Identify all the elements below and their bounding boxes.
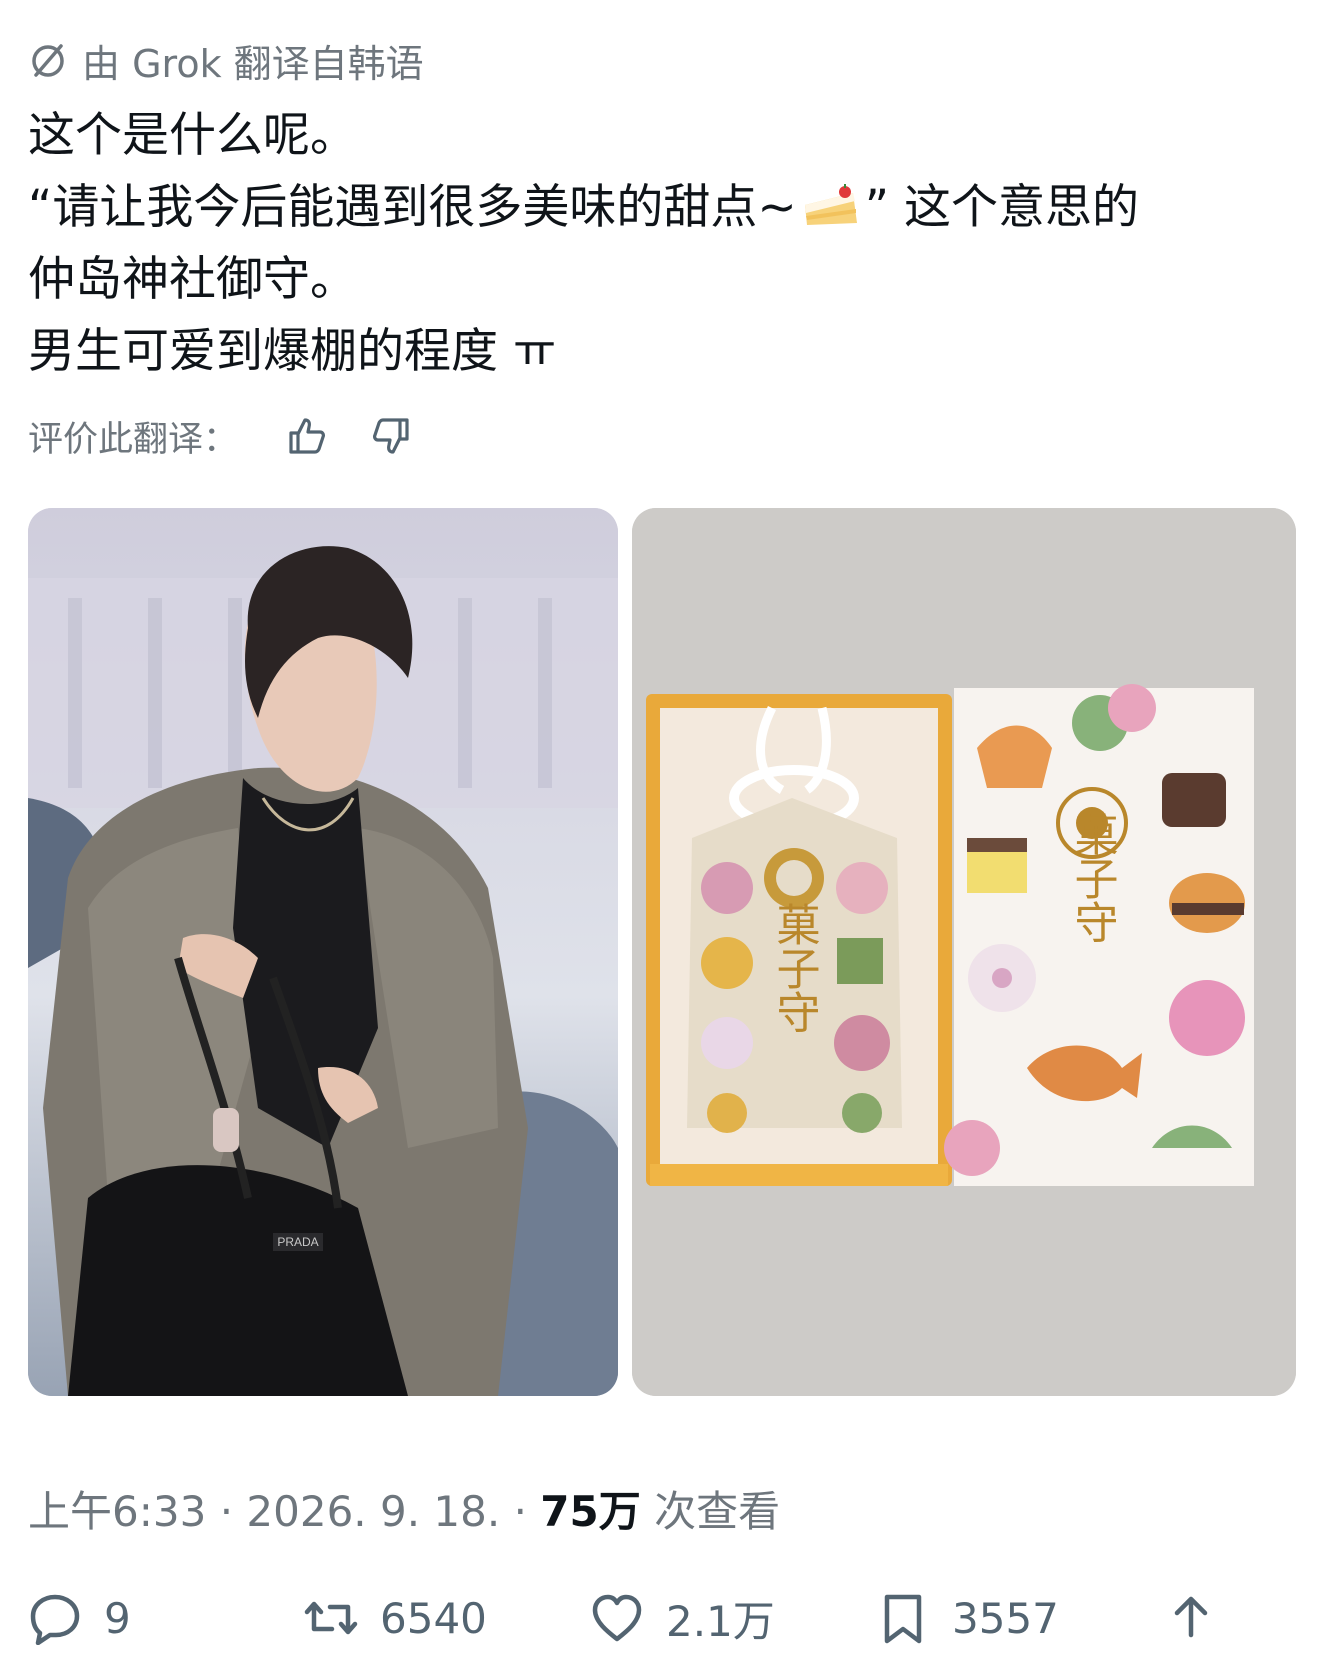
meta-separator-1: · [219,1487,234,1536]
cake-emoji-icon [804,184,857,225]
like-button[interactable]: 2.1万 [590,1578,775,1658]
photo-person-with-bag[interactable]: PRADA [28,508,618,1396]
charm-text: 菓子守 [769,902,820,1034]
tweet-actions: 9 6540 2.1万 3557 [28,1578,1308,1658]
tweet-date[interactable]: 2026. 9. 18. [246,1487,500,1536]
bookmark-count: 3557 [952,1593,1059,1643]
bookmark-icon [884,1594,922,1644]
thumbs-down-icon [373,418,409,454]
retweet-count: 6540 [380,1593,487,1643]
box-text: 菓子守 [1067,812,1118,944]
bookmark-button[interactable]: 3557 [876,1578,1059,1658]
thumbs-up-icon [289,418,325,454]
translation-indicator: 由 Grok 翻译自韩语 [28,34,424,86]
tweet-line-2a: “请让我今后能遇到很多美味的甜点~ [28,180,797,235]
thumbs-down-button[interactable] [366,411,416,461]
retweet-icon [304,1601,358,1635]
share-icon [1174,1596,1208,1638]
photo-person-graphic: PRADA [28,508,618,1396]
translation-label: 由 Grok 翻译自韩语 [82,41,424,86]
tweet-line-4: 男生可爱到爆棚的程度 ㅠ [28,324,557,379]
like-count: 2.1万 [666,1596,775,1646]
tweet-line-1: 这个是什么呢。 [28,108,357,163]
view-label: 次查看 [654,1487,781,1536]
photo-omamori-graphic: 菓子守 菓子守 [632,508,1296,1396]
tweet-meta: 上午6:33 · 2026. 9. 18. · 75万 次查看 [28,1478,780,1539]
rate-translation-label: 评价此翻译： [28,419,239,460]
view-count: 75万 [540,1487,641,1536]
tweet-line-3: 仲岛神社御守。 [28,252,357,307]
rate-translation: 评价此翻译： [28,408,416,464]
reply-button[interactable]: 9 [28,1578,131,1658]
meta-separator-2: · [513,1487,527,1536]
share-button[interactable] [1164,1578,1218,1658]
photo-omamori-charm[interactable]: 菓子守 菓子守 [632,508,1296,1396]
bag-brand-logo: PRADA [277,1235,318,1249]
tweet-line-2b: ” 这个意思的 [864,180,1140,235]
heart-icon [592,1594,642,1642]
tweet-line-2: “请让我今后能遇到很多美味的甜点~ ” 这个意思的 [28,172,1298,244]
tweet-text: 这个是什么呢。 “请让我今后能遇到很多美味的甜点~ ” 这个意思的 仲岛神社御守… [28,100,1298,388]
reply-icon [30,1594,80,1645]
translate-icon [32,44,64,77]
reply-count: 9 [104,1593,131,1643]
tweet-time[interactable]: 上午6:33 [28,1487,206,1536]
retweet-button[interactable]: 6540 [304,1578,487,1658]
thumbs-up-button[interactable] [282,411,332,461]
